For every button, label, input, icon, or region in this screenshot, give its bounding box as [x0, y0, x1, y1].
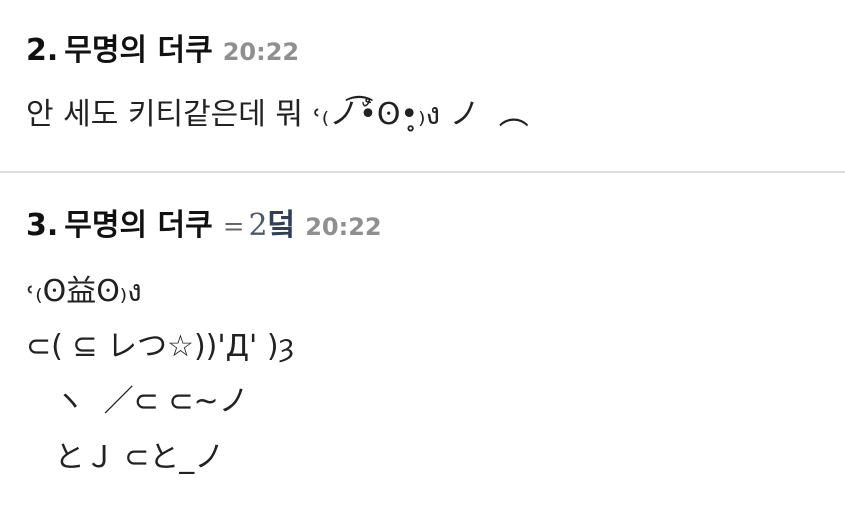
comment-body-line: ヽ ／⊂ ⊂~ノ — [26, 384, 249, 419]
comment-header: 3. 무명의 더쿠 = 2덬 20:22 — [26, 211, 382, 241]
comment-item: 3. 무명의 더쿠 = 2덬 20:22 ˓₍ʘ益ʘ₎ง ⊂( ⊆ レつ☆))'Д' )… — [0, 173, 845, 510]
comment-author[interactable]: 무명의 더쿠 — [64, 208, 212, 243]
comment-body-line: ⊂( ⊆ レつ☆))'Д' )ȝ — [26, 329, 295, 364]
comment-author[interactable]: 무명의 더쿠 — [64, 33, 212, 68]
comment-number: 3. — [26, 208, 59, 243]
comment-header: 2. 무명의 더쿠 20:22 — [26, 36, 299, 66]
comment-body-line: 안 세도 키티같은데 뭐 ˓₍ノ•ٌ͡ʘ•̥₎ง ノ ︵ — [26, 97, 529, 132]
comment-number: 2. — [26, 33, 59, 68]
reply-reference-suffix[interactable]: 덬 — [268, 208, 296, 243]
reply-reference-number[interactable]: 2 — [249, 208, 268, 243]
comment-time: 20:22 — [222, 38, 300, 66]
comment-body-line: とＪ ⊂と_ノ — [26, 440, 225, 475]
comment-item: 2. 무명의 더쿠 20:22 안 세도 키티같은데 뭐 ˓₍ノ•ٌ͡ʘ•̥₎ง ノ… — [0, 0, 845, 171]
reply-arrow-icon: = — [222, 212, 245, 242]
comment-time: 20:22 — [305, 213, 382, 241]
comment-body-line: ˓₍ʘ益ʘ₎ง — [26, 274, 142, 309]
